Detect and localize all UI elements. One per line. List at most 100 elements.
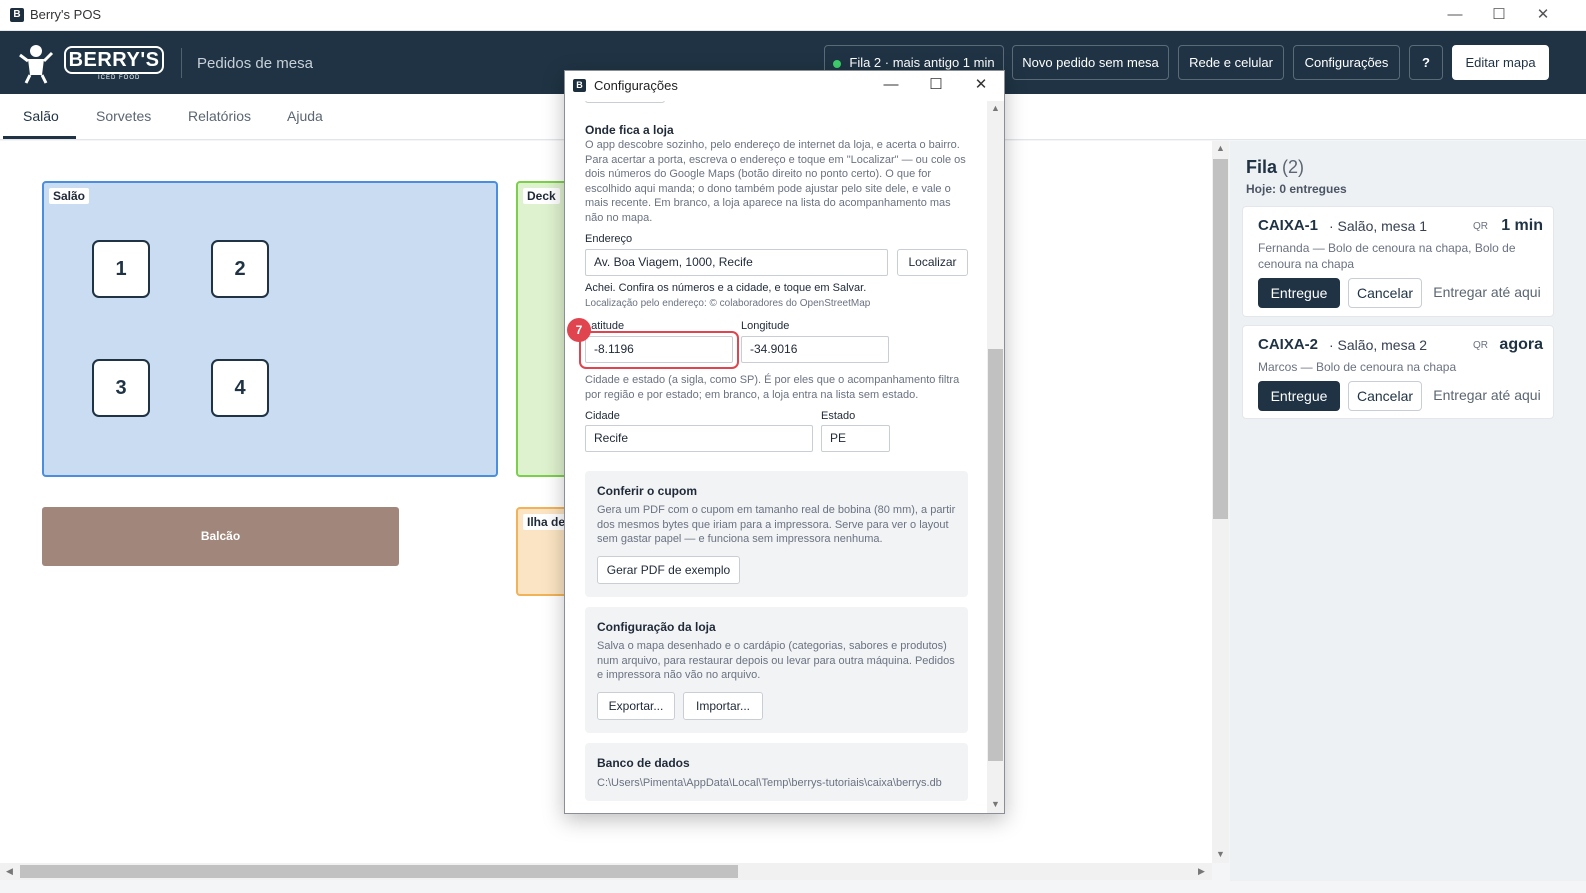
- table-3[interactable]: 3: [92, 359, 150, 417]
- order-time: 1 min: [1501, 217, 1543, 234]
- address-label: Endereço: [585, 233, 633, 245]
- queue-status-label: Fila 2 · mais antigo 1 min: [849, 55, 995, 70]
- coupon-title: Conferir o cupom: [597, 484, 698, 498]
- order-card: CAIXA-2 · Salão, mesa 2 QR agora Marcos …: [1242, 325, 1554, 419]
- state-label: Estado: [821, 410, 856, 422]
- edit-map-button[interactable]: Editar mapa: [1452, 45, 1549, 80]
- counter-balcao[interactable]: Balcão: [42, 507, 399, 566]
- order-code: CAIXA-1: [1258, 217, 1319, 234]
- network-button[interactable]: Rede e celular: [1178, 45, 1284, 80]
- state-input[interactable]: PE: [821, 425, 890, 452]
- address-input[interactable]: Av. Boa Viagem, 1000, Recife: [585, 249, 888, 276]
- deliver-until-button[interactable]: Entregar até aqui: [1430, 278, 1544, 308]
- store-config-panel: Configuração da loja Salva o mapa desenh…: [585, 607, 968, 733]
- minimize-icon[interactable]: —: [1440, 4, 1470, 26]
- osm-attribution: Localização pelo endereço: © colaborador…: [585, 298, 871, 309]
- tab-relatorios[interactable]: Relatórios: [188, 108, 251, 124]
- dialog-scrollbar[interactable]: ▲ ▼: [987, 101, 1004, 813]
- dialog-title: Configurações: [594, 78, 678, 93]
- zone-label: Deck: [523, 188, 560, 204]
- coupon-help: Gera um PDF com o cupom em tamanho real …: [597, 504, 956, 545]
- tab-ajuda[interactable]: Ajuda: [287, 108, 323, 124]
- settings-dialog: B Configurações — ☐ ✕ Onde fica a loja O…: [564, 70, 1005, 814]
- city-input[interactable]: Recife: [585, 425, 813, 452]
- zone-label: Salão: [49, 188, 90, 204]
- scrollbar-thumb[interactable]: [1213, 159, 1228, 519]
- scroll-left-icon[interactable]: ◀: [6, 866, 13, 877]
- help-button[interactable]: ?: [1409, 45, 1443, 80]
- longitude-input[interactable]: -34.9016: [741, 336, 889, 363]
- database-title: Banco de dados: [597, 756, 690, 770]
- table-4[interactable]: 4: [211, 359, 269, 417]
- floor-vertical-scrollbar[interactable]: ▲ ▼: [1212, 141, 1229, 863]
- order-time: agora: [1499, 336, 1543, 353]
- location-section-title: Onde fica a loja: [585, 123, 674, 137]
- page-title: Pedidos de mesa: [197, 55, 313, 72]
- settings-button[interactable]: Configurações: [1293, 45, 1400, 80]
- tab-salao[interactable]: Salão: [23, 108, 59, 124]
- tutorial-highlight: [579, 331, 739, 369]
- dialog-body: Onde fica a loja O app descobre sozinho,…: [566, 101, 987, 813]
- scroll-down-icon[interactable]: ▼: [991, 799, 1000, 809]
- order-card: CAIXA-1 · Salão, mesa 1 QR 1 min Fernand…: [1242, 206, 1554, 317]
- city-label: Cidade: [585, 410, 620, 422]
- window-title: Berry's POS: [30, 7, 102, 22]
- qr-badge: QR: [1473, 340, 1488, 351]
- new-order-button[interactable]: Novo pedido sem mesa: [1012, 45, 1169, 80]
- table-1[interactable]: 1: [92, 240, 150, 298]
- brand-subtitle: ICED FOOD: [98, 75, 141, 81]
- zone-label: Ilha de: [523, 514, 570, 530]
- table-2[interactable]: 2: [211, 240, 269, 298]
- qr-badge: QR: [1473, 221, 1488, 232]
- database-path: C:\Users\Pimenta\AppData\Local\Temp\berr…: [597, 777, 942, 789]
- cancel-button[interactable]: Cancelar: [1348, 278, 1422, 308]
- queue-panel: Fila (2) Hoje: 0 entregues CAIXA-1 · Sal…: [1230, 141, 1586, 881]
- app-icon: B: [573, 79, 586, 92]
- maximize-icon[interactable]: ☐: [921, 74, 951, 96]
- tutorial-step-badge: 7: [567, 318, 591, 342]
- brand-logo: BERRY'S ICED FOOD: [16, 41, 166, 85]
- scroll-up-icon[interactable]: ▲: [991, 103, 1000, 113]
- app-icon: B: [10, 8, 24, 22]
- store-config-help: Salva o mapa desenhado e o cardápio (cat…: [597, 640, 955, 681]
- tab-sorvetes[interactable]: Sorvetes: [96, 108, 151, 124]
- import-button[interactable]: Importar...: [683, 692, 763, 720]
- database-panel: Banco de dados C:\Users\Pimenta\AppData\…: [585, 743, 968, 801]
- deliver-button[interactable]: Entregue: [1258, 381, 1340, 411]
- brand-name: BERRY'S: [64, 46, 164, 74]
- longitude-label: Longitude: [741, 320, 790, 332]
- deliver-until-button[interactable]: Entregar até aqui: [1430, 381, 1544, 411]
- close-icon[interactable]: ✕: [1528, 4, 1558, 26]
- scroll-down-icon[interactable]: ▼: [1216, 849, 1225, 859]
- order-location: · Salão, mesa 2: [1329, 337, 1428, 353]
- order-items: Fernanda — Bolo de cenoura na chapa, Bol…: [1258, 241, 1516, 271]
- location-help: O app descobre sozinho, pelo endereço de…: [585, 139, 966, 224]
- found-message: Achei. Confira os números e a cidade, e …: [585, 282, 867, 294]
- status-dot-icon: [833, 59, 842, 68]
- export-button[interactable]: Exportar...: [597, 692, 675, 720]
- city-help: Cidade e estado (a sigla, como SP). É po…: [585, 374, 960, 401]
- scroll-right-icon[interactable]: ▶: [1198, 866, 1205, 877]
- cancel-button[interactable]: Cancelar: [1348, 381, 1422, 411]
- order-location: · Salão, mesa 1: [1329, 218, 1428, 234]
- mascot-icon: [19, 45, 54, 84]
- generate-pdf-button[interactable]: Gerar PDF de exemplo: [597, 556, 740, 584]
- close-icon[interactable]: ✕: [966, 74, 996, 96]
- deliver-button[interactable]: Entregue: [1258, 278, 1340, 308]
- queue-count: (2): [1282, 157, 1305, 177]
- floor-horizontal-scrollbar[interactable]: ◀ ▶: [0, 863, 1212, 880]
- coupon-panel: Conferir o cupom Gera um PDF com o cupom…: [585, 471, 968, 597]
- dialog-titlebar: B Configurações — ☐ ✕: [565, 71, 1004, 100]
- header-divider: [181, 48, 182, 78]
- scroll-up-icon[interactable]: ▲: [1216, 143, 1225, 153]
- scrollbar-thumb[interactable]: [20, 865, 738, 878]
- queue-subtitle: Hoje: 0 entregues: [1246, 182, 1347, 196]
- scrollbar-thumb[interactable]: [988, 349, 1003, 761]
- maximize-icon[interactable]: ☐: [1484, 4, 1514, 26]
- window-titlebar: B Berry's POS — ☐ ✕: [0, 0, 1586, 31]
- zone-salao[interactable]: Salão: [42, 181, 498, 477]
- locate-button[interactable]: Localizar: [897, 249, 968, 276]
- order-items: Marcos — Bolo de cenoura na chapa: [1258, 360, 1457, 374]
- minimize-icon[interactable]: —: [876, 74, 906, 96]
- queue-title-text: Fila: [1246, 157, 1278, 177]
